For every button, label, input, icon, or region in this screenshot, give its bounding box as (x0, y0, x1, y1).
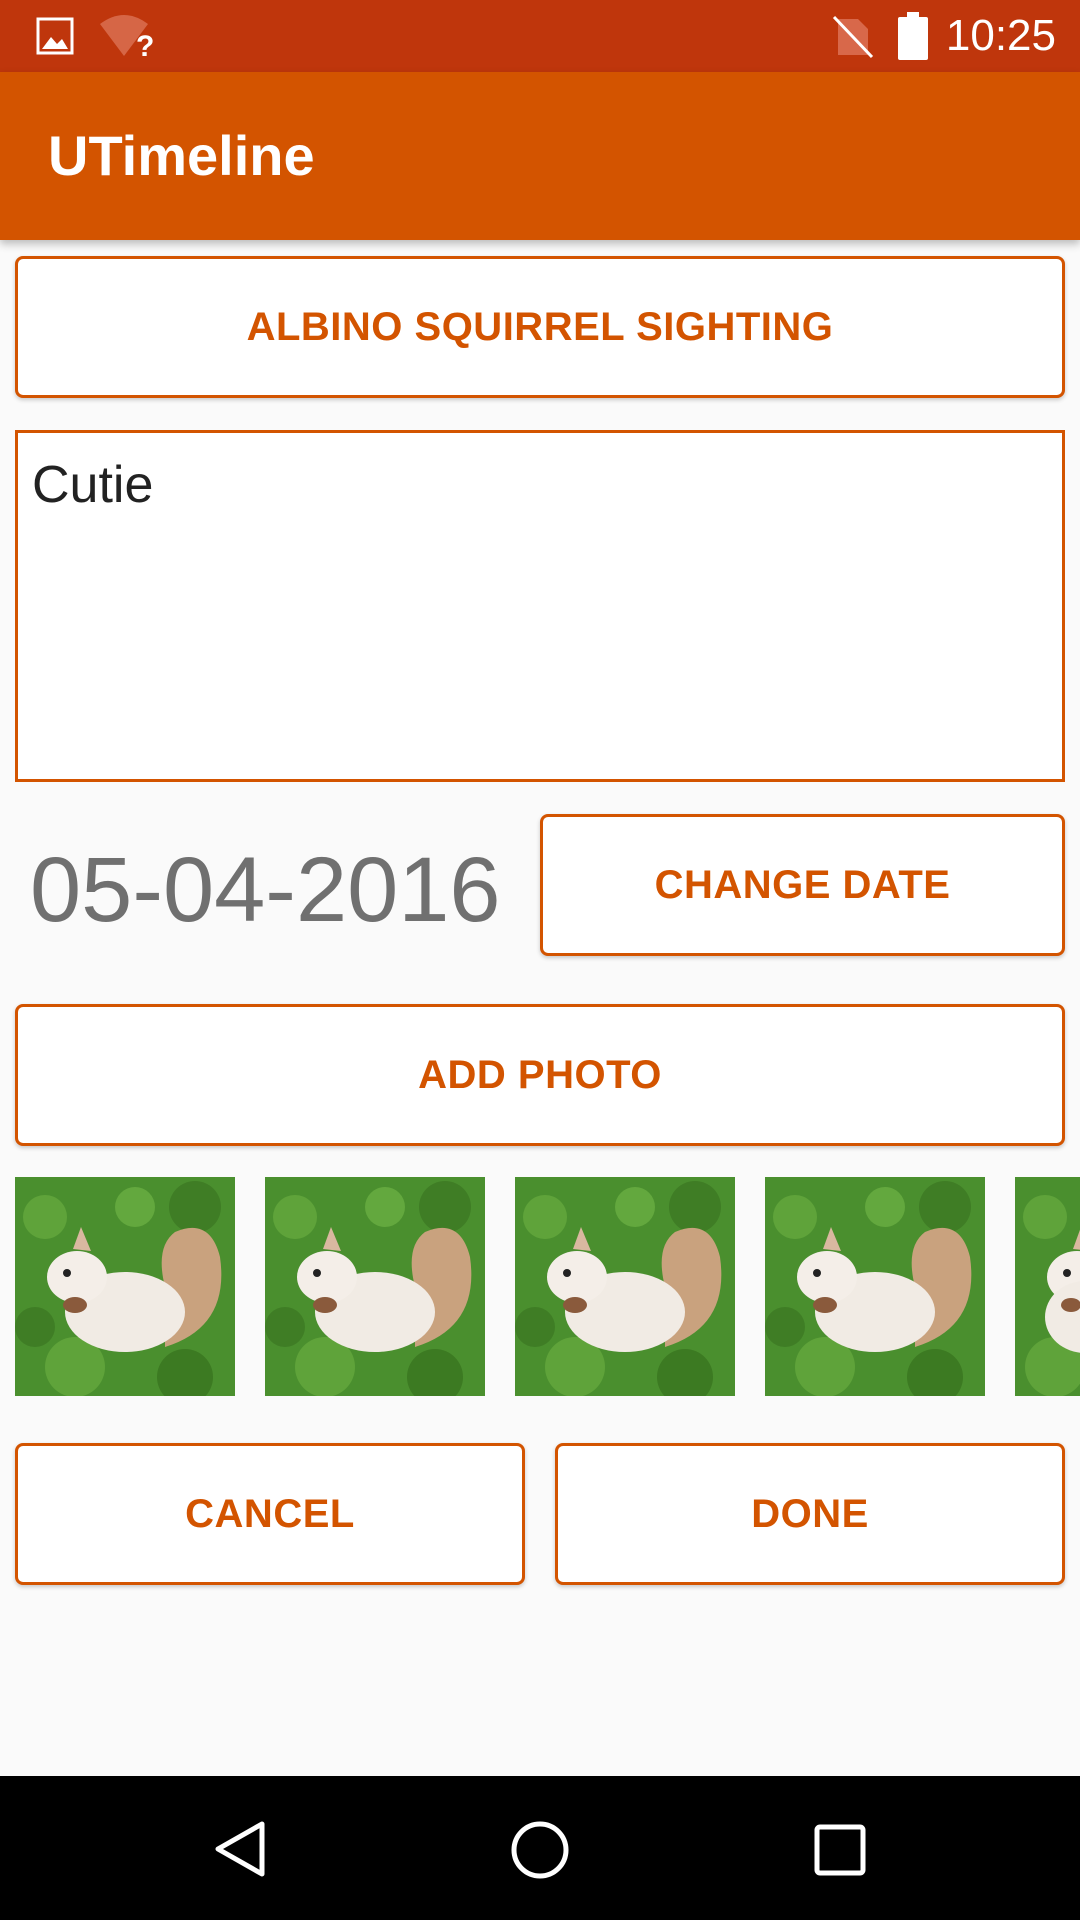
home-icon[interactable] (510, 1820, 570, 1880)
change-date-button[interactable]: CHANGE DATE (540, 814, 1065, 956)
albino-squirrel-photo[interactable] (515, 1177, 735, 1396)
done-button[interactable]: DONE (555, 1443, 1065, 1585)
albino-squirrel-photo[interactable] (1015, 1177, 1080, 1396)
change-date-label: CHANGE DATE (654, 862, 951, 907)
add-photo-label: ADD PHOTO (418, 1052, 662, 1097)
date-display: 05-04-2016 (30, 839, 501, 941)
albino-squirrel-photo[interactable] (765, 1177, 985, 1396)
cancel-label: CANCEL (185, 1491, 355, 1536)
navigation-bar (0, 1776, 1080, 1920)
cancel-button[interactable]: CANCEL (15, 1443, 525, 1585)
app-bar: UTimeline (0, 72, 1080, 240)
title-button[interactable]: ALBINO SQUIRREL SIGHTING (15, 256, 1065, 398)
description-text: Cutie (32, 456, 154, 514)
status-time: 10:25 (945, 11, 1056, 60)
recents-icon[interactable] (814, 1824, 866, 1876)
app-title: UTimeline (48, 124, 315, 187)
no-sim-icon (832, 15, 874, 59)
title-button-label: ALBINO SQUIRREL SIGHTING (246, 304, 834, 349)
back-icon[interactable] (212, 1820, 270, 1878)
battery-icon (898, 12, 928, 60)
albino-squirrel-photo[interactable] (265, 1177, 485, 1396)
albino-squirrel-photo[interactable] (15, 1177, 235, 1396)
description-field[interactable]: Cutie (15, 430, 1065, 782)
done-label: DONE (751, 1491, 869, 1536)
svg-text:?: ? (136, 30, 154, 58)
image-icon (36, 17, 74, 55)
wifi-unknown-icon: ? (100, 15, 154, 58)
add-photo-button[interactable]: ADD PHOTO (15, 1004, 1065, 1146)
status-bar: ? 10:25 (0, 0, 1080, 72)
